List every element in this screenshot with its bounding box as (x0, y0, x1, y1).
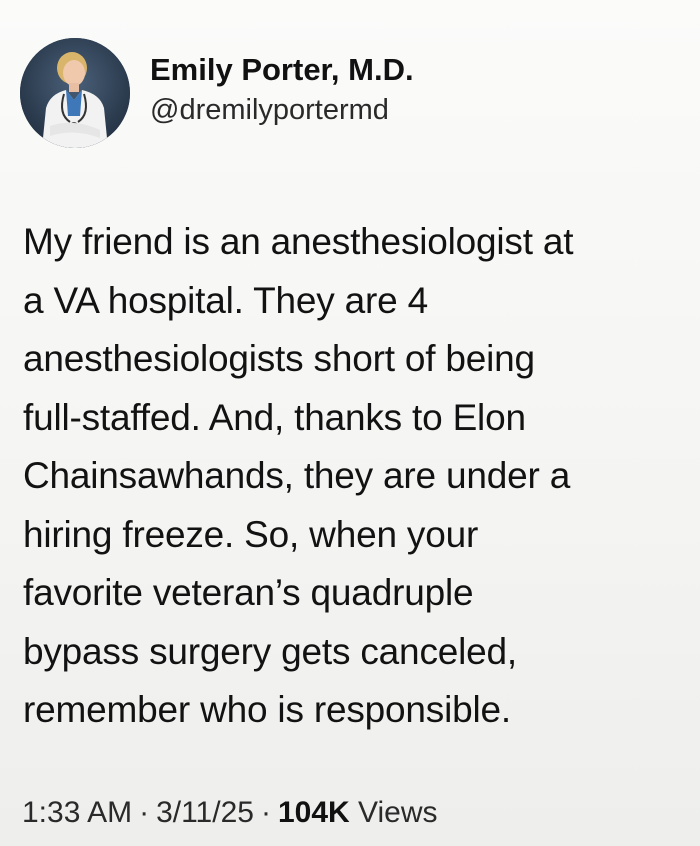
author-display-name[interactable]: Emily Porter, M.D. (150, 52, 414, 88)
views-label: Views (358, 796, 438, 829)
meta-separator: · (260, 796, 271, 829)
avatar[interactable] (20, 38, 130, 148)
tweet-date[interactable]: 3/11/25 (156, 796, 254, 829)
tweet-header: Emily Porter, M.D. @dremilyportermd (20, 38, 414, 148)
tweet-card: Emily Porter, M.D. @dremilyportermd My f… (0, 0, 700, 846)
author-handle[interactable]: @dremilyportermd (150, 92, 414, 128)
author-names: Emily Porter, M.D. @dremilyportermd (150, 52, 414, 128)
meta-separator: · (139, 796, 150, 829)
tweet-text: My friend is an anesthesiologist at a VA… (23, 221, 574, 730)
doctor-avatar-icon (20, 38, 130, 148)
tweet-time[interactable]: 1:33 AM (22, 796, 132, 829)
views-count[interactable]: 104K (278, 796, 350, 829)
tweet-meta: 1:33 AM · 3/11/25 · 104K Views (22, 795, 438, 831)
